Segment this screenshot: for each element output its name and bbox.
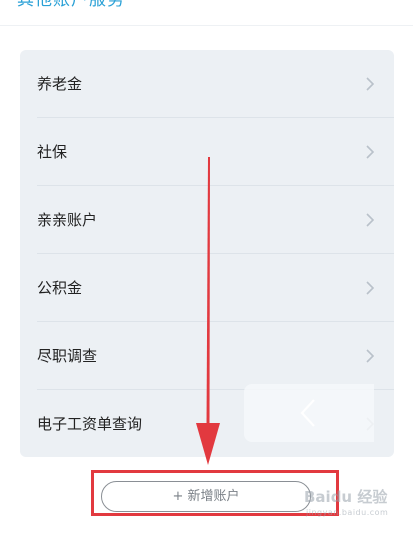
baidu-jingyan-watermark: Baidu 经验 jingyan.baidu.com xyxy=(300,478,410,530)
chevron-right-icon xyxy=(366,145,375,159)
section-title: 其他账户服务 xyxy=(17,0,125,10)
add-account-button[interactable]: + 新增账户 xyxy=(101,481,311,512)
floating-back-button[interactable] xyxy=(244,384,374,442)
account-services-screen: 其他账户服务 养老金 社保 亲亲账户 公积金 尽职调查 电子工资单查询 + 新增… xyxy=(0,0,413,533)
chevron-right-icon xyxy=(366,77,375,91)
chevron-right-icon xyxy=(366,349,375,363)
list-item-label: 尽职调查 xyxy=(37,347,98,365)
watermark-url-text: jingyan.baidu.com xyxy=(306,508,389,517)
chevron-right-icon xyxy=(366,281,375,295)
list-item-label: 养老金 xyxy=(37,75,83,93)
title-divider xyxy=(0,25,413,26)
watermark-logo-text: Baidu 经验 xyxy=(304,488,388,506)
list-item-label: 电子工资单查询 xyxy=(37,415,143,433)
red-arrow-annotation xyxy=(196,157,220,465)
list-item-label: 公积金 xyxy=(37,279,83,297)
chevron-right-icon xyxy=(366,213,375,227)
list-item-label: 社保 xyxy=(37,143,68,161)
list-item-pension[interactable]: 养老金 xyxy=(20,50,394,118)
list-item-label: 亲亲账户 xyxy=(37,211,98,229)
chevron-left-icon xyxy=(300,399,315,427)
